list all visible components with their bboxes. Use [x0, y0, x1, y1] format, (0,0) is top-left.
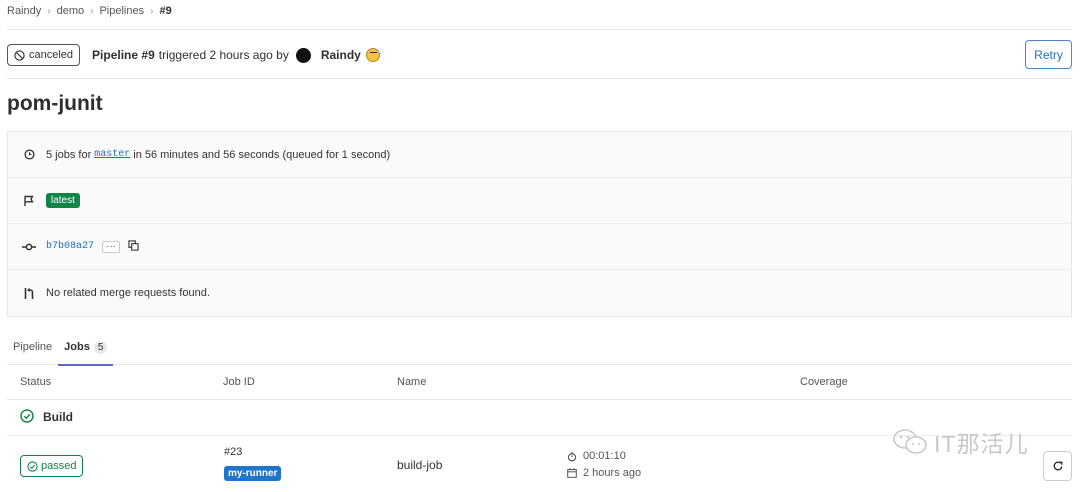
job-id-link[interactable]: #23 — [224, 446, 242, 458]
finished-value: 2 hours ago — [583, 467, 642, 479]
canceled-icon — [14, 49, 25, 61]
column-header-name: Name — [397, 376, 427, 388]
status-badge[interactable]: canceled — [7, 44, 81, 66]
merge-request-icon — [22, 287, 36, 300]
job-status-badge[interactable]: passed — [20, 455, 84, 477]
breadcrumb: Raindy › demo › Pipelines › #9 — [7, 4, 172, 18]
info-row-duration: 5 jobs for master in 56 minutes and 56 s… — [8, 132, 1071, 178]
status-label: canceled — [29, 49, 74, 61]
commit-sha-link[interactable]: b7b08a27 — [46, 241, 94, 252]
breadcrumb-item-pipelines[interactable]: Pipelines — [99, 5, 144, 17]
divider — [7, 29, 1072, 30]
branch-link[interactable]: master — [94, 149, 130, 160]
timer-icon — [567, 451, 577, 462]
copy-icon[interactable] — [128, 239, 139, 254]
flag-icon — [22, 195, 36, 207]
clock-icon — [22, 149, 36, 160]
runner-tag: my-runner — [224, 466, 282, 481]
stage-name: Build — [43, 410, 73, 424]
info-row-tags: latest — [8, 178, 1071, 224]
refresh-icon — [1053, 461, 1062, 471]
commit-icon — [22, 242, 36, 252]
user-name-link[interactable]: Raindy — [321, 48, 361, 62]
wechat-watermark: IT那活儿 — [892, 425, 1028, 459]
info-row-commit: b7b08a27 ··· — [8, 224, 1071, 270]
pipeline-header: canceled Pipeline #9 triggered 2 hours a… — [7, 40, 1072, 70]
jobs-prefix: 5 jobs for — [46, 148, 92, 161]
job-duration: 00:01:10 — [567, 450, 626, 462]
smiling-emoji-icon — [365, 48, 380, 62]
pipeline-label: Pipeline #9 — [92, 48, 155, 62]
breadcrumb-current[interactable]: #9 — [159, 5, 171, 17]
job-status-label: passed — [41, 460, 77, 472]
tab-jobs[interactable]: Jobs 5 — [58, 330, 114, 366]
column-header-status: Status — [20, 376, 52, 388]
divider — [7, 78, 1072, 79]
jobs-table-header: Status Job ID Name Coverage — [7, 365, 1072, 400]
wechat-logo-icon — [893, 429, 927, 454]
tab-pipeline[interactable]: Pipeline — [7, 330, 58, 365]
latest-badge: latest — [46, 193, 80, 208]
merge-requests-text: No related merge requests found. — [46, 287, 210, 299]
watermark-text: IT那活儿 — [934, 431, 1029, 457]
jobs-count-badge: 5 — [93, 340, 108, 354]
retry-job-button[interactable] — [1043, 451, 1072, 481]
check-circle-icon — [20, 408, 34, 426]
expand-commit-button[interactable]: ··· — [102, 240, 121, 253]
calendar-icon — [567, 468, 577, 478]
chevron-right-icon: › — [47, 5, 51, 17]
pipeline-tabs: Pipeline Jobs 5 — [7, 330, 1072, 366]
retry-button[interactable]: Retry — [1025, 40, 1072, 69]
breadcrumb-item-demo[interactable]: demo — [57, 5, 85, 17]
column-header-coverage: Coverage — [800, 376, 848, 388]
job-name-link[interactable]: build-job — [397, 458, 442, 472]
page-title: pom-junit — [7, 92, 103, 115]
chevron-right-icon: › — [90, 5, 94, 17]
column-header-job-id: Job ID — [223, 376, 255, 388]
stage-row: Build — [20, 407, 73, 427]
tab-pipeline-label: Pipeline — [13, 341, 53, 353]
tab-jobs-label: Jobs — [64, 341, 90, 353]
avatar[interactable] — [295, 47, 311, 63]
job-finished: 2 hours ago — [567, 467, 641, 479]
pipeline-info-box: 5 jobs for master in 56 minutes and 56 s… — [7, 131, 1072, 317]
duration-value: 00:01:10 — [583, 450, 626, 462]
pipeline-summary: Pipeline #9 triggered 2 hours ago by Rai… — [92, 47, 380, 63]
chevron-right-icon: › — [150, 5, 154, 17]
check-circle-icon — [27, 460, 38, 472]
jobs-suffix: in 56 minutes and 56 seconds (queued for… — [133, 148, 391, 161]
info-row-merge-requests: No related merge requests found. — [8, 270, 1071, 316]
breadcrumb-item-raindy[interactable]: Raindy — [7, 5, 41, 17]
triggered-text: triggered 2 hours ago by — [158, 48, 289, 62]
